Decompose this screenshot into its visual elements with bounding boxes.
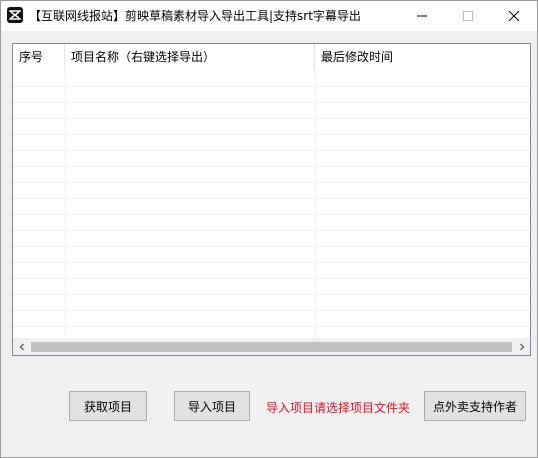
grid-row-line — [13, 278, 530, 279]
scrollbar-thumb[interactable] — [31, 342, 512, 352]
grid-row-line — [13, 86, 530, 87]
grid-row-line — [13, 166, 530, 167]
grid-row-line — [13, 230, 530, 231]
project-list[interactable]: 序号 项目名称（右键选择导出） 最后修改时间 — [12, 43, 531, 356]
grid-row-line — [13, 198, 530, 199]
title-bar[interactable]: 【互联网线报站】剪映草稿素材导入导出工具|支持srt字幕导出 — [1, 1, 537, 31]
grid-row-line — [13, 150, 530, 151]
grid-row-line — [13, 262, 530, 263]
close-icon — [509, 11, 519, 21]
close-button[interactable] — [491, 1, 537, 31]
horizontal-scrollbar[interactable] — [13, 338, 530, 355]
maximize-icon — [463, 11, 473, 21]
grid-row-line — [13, 294, 530, 295]
grid-column-line — [65, 70, 66, 338]
list-header: 序号 项目名称（右键选择导出） 最后修改时间 — [13, 44, 530, 70]
minimize-button[interactable] — [399, 1, 445, 31]
support-author-button[interactable]: 点外卖支持作者 — [424, 391, 526, 421]
grid-row-line — [13, 118, 530, 119]
grid-row-line — [13, 326, 530, 327]
get-projects-button[interactable]: 获取项目 — [69, 391, 147, 421]
column-header-index[interactable]: 序号 — [13, 44, 65, 70]
grid-row-line — [13, 214, 530, 215]
grid-row-line — [13, 134, 530, 135]
window-title: 【互联网线报站】剪映草稿素材导入导出工具|支持srt字幕导出 — [29, 9, 361, 23]
chevron-left-icon — [19, 343, 24, 350]
scroll-left-button[interactable] — [13, 338, 30, 355]
chevron-right-icon — [519, 343, 524, 350]
grid-column-line — [315, 70, 316, 338]
column-header-modified-time[interactable]: 最后修改时间 — [315, 44, 530, 70]
grid-row-line — [13, 310, 530, 311]
grid-row-line — [13, 182, 530, 183]
list-grid[interactable] — [13, 70, 530, 338]
grid-row-line — [13, 246, 530, 247]
import-hint-text: 导入项目请选择项目文件夹 — [266, 401, 411, 415]
scroll-right-button[interactable] — [513, 338, 530, 355]
capcut-icon — [7, 7, 23, 23]
column-header-project-name[interactable]: 项目名称（右键选择导出） — [65, 44, 315, 70]
grid-row-line — [13, 102, 530, 103]
import-project-button[interactable]: 导入项目 — [174, 391, 250, 421]
minimize-icon — [417, 15, 427, 17]
maximize-button[interactable] — [445, 1, 491, 31]
app-window: 【互联网线报站】剪映草稿素材导入导出工具|支持srt字幕导出 序号 项目名称（右… — [0, 0, 538, 458]
